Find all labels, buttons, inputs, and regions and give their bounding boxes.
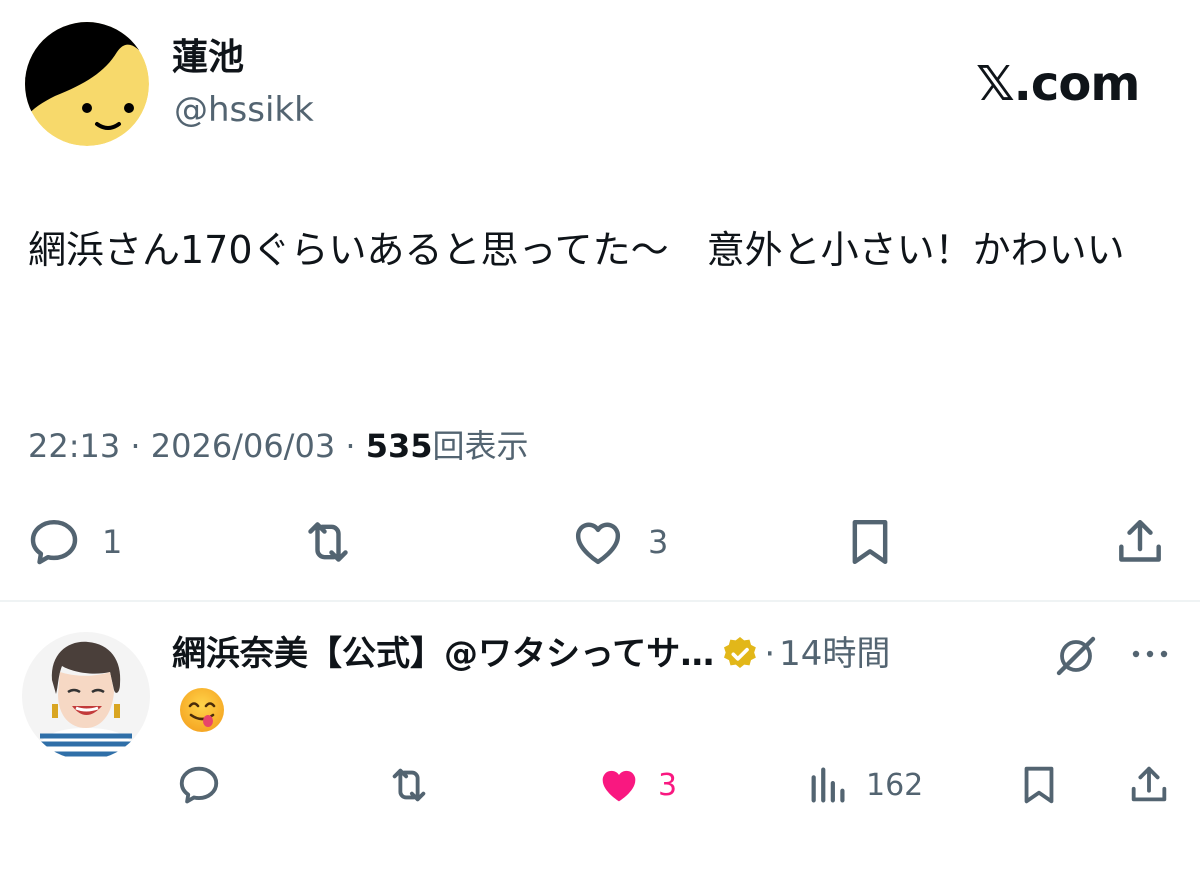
reply-button[interactable]: 1 (26, 514, 122, 570)
divider (0, 600, 1200, 602)
bookmark-button[interactable] (842, 514, 898, 570)
meta-separator: · (130, 427, 141, 465)
more-icon (1132, 650, 1168, 658)
reply-icon (30, 519, 78, 565)
illustrated-portrait-icon (22, 632, 150, 760)
retweet-button[interactable] (298, 514, 358, 570)
site-logo: 𝕏.com (976, 56, 1140, 112)
tweet-meta: 22:13 · 2026/06/03 · 535回表示 (28, 422, 529, 470)
reply-time-ago[interactable]: 14時間 (779, 632, 890, 676)
reply-count: 1 (102, 523, 123, 561)
reply-separator: · (764, 634, 776, 674)
author-handle[interactable]: @hssikk (174, 88, 314, 132)
views-count: 535 (365, 427, 433, 465)
reply-like-count: 3 (658, 767, 678, 803)
meta-separator: · (345, 427, 356, 465)
like-icon (575, 522, 621, 565)
views-label: 回表示 (432, 427, 529, 465)
verified-badge-icon[interactable] (720, 634, 760, 674)
reply-author-name[interactable]: 網浜奈美【公式】@ワタシってサ… (172, 632, 714, 676)
reply-like-button[interactable]: 3 (594, 762, 677, 808)
reply-content (178, 686, 226, 734)
tweet-date[interactable]: 2026/06/03 (151, 427, 335, 465)
reply-retweet-button[interactable] (384, 762, 434, 808)
reply-author-avatar[interactable] (22, 632, 150, 760)
reply-icon (179, 766, 219, 804)
like-icon-filled (602, 770, 636, 802)
face-savoring-food-emoji-icon (180, 688, 224, 732)
grok-button[interactable] (1052, 632, 1100, 684)
author-display-name[interactable]: 蓮池 (172, 36, 244, 80)
retweet-icon (308, 522, 348, 562)
like-count: 3 (648, 523, 669, 561)
bookmark-icon (1024, 766, 1054, 804)
views-icon (811, 767, 845, 803)
more-options-button[interactable] (1128, 640, 1172, 672)
reply-bookmark-button[interactable] (1016, 762, 1062, 808)
like-button[interactable]: 3 (568, 514, 668, 570)
author-avatar[interactable] (25, 22, 149, 146)
reply-views-button[interactable]: 162 (806, 762, 923, 808)
grok-icon (1056, 636, 1096, 676)
share-icon (1119, 519, 1161, 562)
reply-views-count: 162 (866, 767, 924, 803)
tweet-time[interactable]: 22:13 (28, 427, 120, 465)
reply-reply-button[interactable] (176, 762, 222, 808)
tweet-text: 網浜さん170ぐらいあると思ってた〜 意外と小さい！かわいい (28, 228, 1125, 272)
avatar-face-icon (25, 22, 149, 146)
reply-header: 網浜奈美【公式】@ワタシってサ… · 14時間 (172, 632, 890, 676)
bookmark-icon (852, 519, 888, 565)
share-button[interactable] (1112, 514, 1168, 570)
reply-share-button[interactable] (1126, 762, 1172, 808)
retweet-icon (392, 768, 426, 802)
share-icon (1131, 766, 1167, 802)
